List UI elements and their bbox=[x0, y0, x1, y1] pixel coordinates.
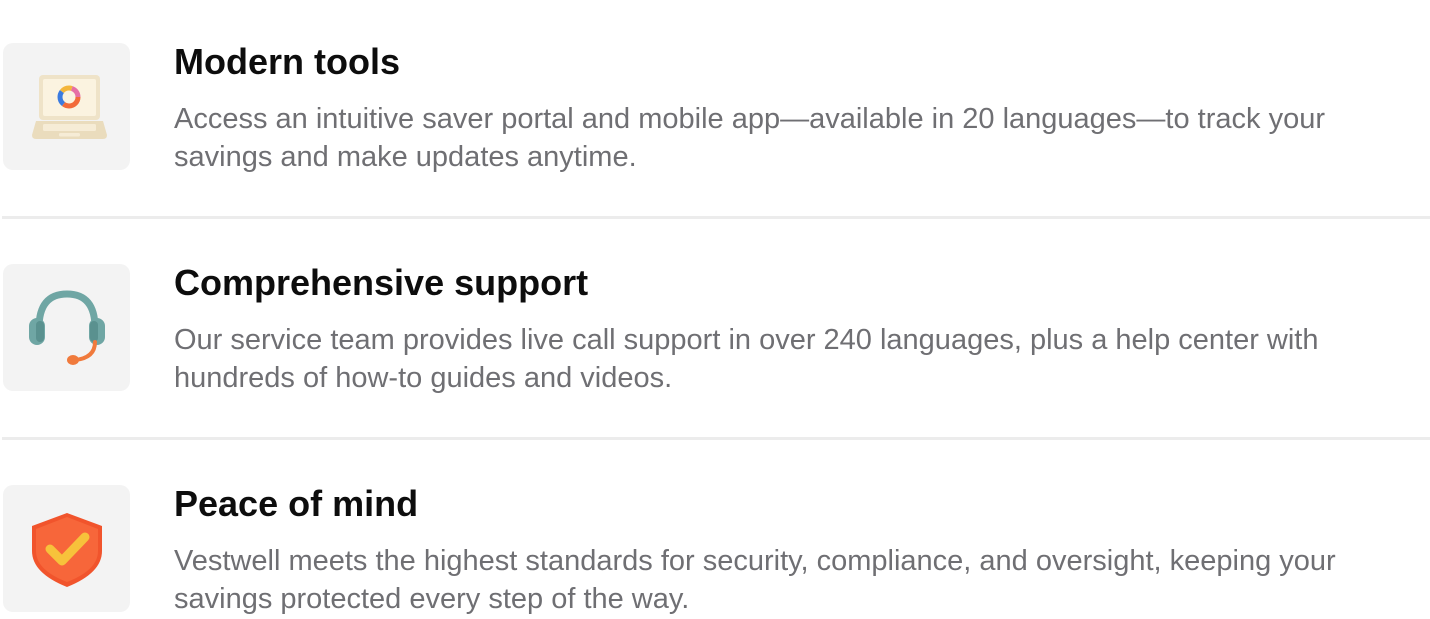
shield-check-icon bbox=[32, 513, 102, 587]
feature-description: Vestwell meets the highest standards for… bbox=[174, 545, 1336, 615]
feature-title: Comprehensive support bbox=[174, 262, 589, 303]
feature-icon-tile bbox=[3, 264, 130, 391]
feature-description: Our service team provides live call supp… bbox=[174, 324, 1319, 394]
feature-icon-tile bbox=[3, 485, 130, 612]
headset-icon bbox=[29, 290, 105, 365]
feature-description: Access an intuitive saver portal and mob… bbox=[174, 103, 1325, 173]
divider bbox=[2, 437, 1430, 440]
feature-comprehensive-support: Comprehensive support Our service team p… bbox=[0, 262, 1430, 394]
divider bbox=[2, 216, 1430, 219]
features-list: Modern tools Access an intuitive saver p… bbox=[0, 0, 1430, 619]
feature-title: Modern tools bbox=[174, 41, 400, 82]
laptop-icon bbox=[32, 75, 107, 139]
feature-peace-of-mind: Peace of mind Vestwell meets the highest… bbox=[0, 483, 1430, 615]
feature-icon-tile bbox=[3, 43, 130, 170]
feature-modern-tools: Modern tools Access an intuitive saver p… bbox=[0, 41, 1430, 173]
feature-title: Peace of mind bbox=[174, 483, 419, 524]
